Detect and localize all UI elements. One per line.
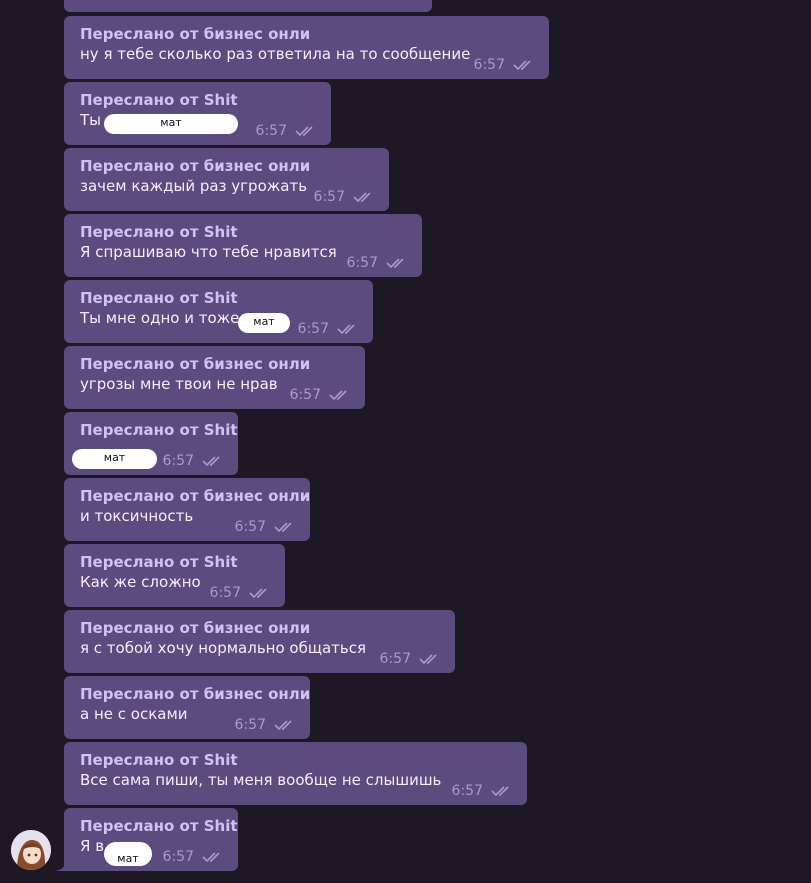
message-bubble[interactable]: Переслано от бизнес онли угрозы мне твои…	[64, 346, 365, 409]
message-time: 6:57	[297, 321, 329, 337]
message-time: 6:57	[473, 57, 505, 73]
message-bubble[interactable]: Переслано от бизнес онли а не с осками 6…	[64, 676, 310, 739]
message-meta: 6:57	[380, 651, 441, 667]
forwarded-from-label[interactable]: Переслано от Shit	[80, 816, 238, 836]
message-meta: 6:57	[256, 123, 317, 139]
message-meta: 6:57	[290, 387, 351, 403]
forwarded-from-label[interactable]: Переслано от бизнес онли	[80, 618, 439, 638]
message-meta: 6:57	[163, 849, 224, 865]
message-text: Как же сложно	[80, 573, 201, 591]
message-bubble[interactable]: Переслано от Shit мат 6:57	[64, 412, 238, 475]
double-check-icon	[274, 720, 292, 731]
double-check-icon	[513, 60, 531, 71]
message-bubble[interactable]: Переслано от Shit Я спрашиваю что тебе н…	[64, 214, 422, 277]
message-time: 6:57	[379, 651, 411, 667]
forwarded-from-label[interactable]: Переслано от бизнес онли	[80, 24, 533, 44]
message-time: 6:57	[162, 849, 194, 865]
message-bubble[interactable]: Переслано от Shit Как же сложно 6:57	[64, 544, 285, 607]
double-check-icon	[419, 654, 437, 665]
message-meta: 6:57	[298, 321, 359, 337]
double-check-icon	[295, 126, 313, 137]
forwarded-from-label[interactable]: Переслано от бизнес онли	[80, 354, 349, 374]
message-text: Ты мне одно и тоже	[80, 309, 240, 327]
forwarded-from-label[interactable]: Переслано от Shit	[80, 222, 406, 242]
message-text: зачем каждый раз угрожать	[80, 177, 308, 195]
message-bubble[interactable]: Переслано от Shit Все сама пиши, ты меня…	[64, 742, 527, 805]
message-time: 6:57	[255, 123, 287, 139]
message-bubble[interactable]: Переслано от бизнес онли ну я тебе сколь…	[64, 16, 549, 79]
double-check-icon	[202, 456, 220, 467]
message-text: а не с осками	[80, 705, 188, 723]
avatar-image	[11, 830, 51, 870]
message-meta: 6:57	[235, 717, 296, 733]
message-text: ну я тебе сколько раз ответила на то соо…	[80, 45, 471, 63]
redaction-mark: мат	[238, 313, 290, 333]
forwarded-from-label[interactable]: Переслано от Shit	[80, 420, 238, 440]
forwarded-from-label[interactable]: Переслано от Shit	[80, 288, 357, 308]
double-check-icon	[274, 522, 292, 533]
message-meta: 6:57	[235, 519, 296, 535]
message-bubble[interactable]: Переслано от бизнес онли зачем каждый ра…	[64, 148, 389, 211]
double-check-icon	[329, 390, 347, 401]
message-time: 6:57	[289, 387, 321, 403]
message-text: Я спрашиваю что тебе нравится	[80, 243, 337, 261]
forwarded-from-label[interactable]: Переслано от бизнес онли	[80, 486, 310, 506]
message-time: 6:57	[209, 585, 241, 601]
message-meta: 6:57	[314, 189, 375, 205]
redaction-mark: мат	[72, 449, 157, 469]
bubble-tail	[56, 861, 66, 871]
forwarded-from-label[interactable]: Переслано от бизнес онли	[80, 156, 373, 176]
message-bubble[interactable]: Переслано от бизнес онли и токсичность 6…	[64, 478, 310, 541]
message-time: 6:57	[234, 717, 266, 733]
redaction-mark: мат	[104, 114, 238, 134]
message-bubble[interactable]: Переслано от Shit Я в мат 6:57	[56, 808, 238, 871]
message-text: и токсичность	[80, 507, 194, 525]
message-time: 6:57	[451, 783, 483, 799]
double-check-icon	[202, 852, 220, 863]
message-text: Ты	[80, 111, 102, 129]
message-text: Я в	[80, 837, 105, 855]
double-check-icon	[249, 588, 267, 599]
message-text: я с тобой хочу нормально общаться	[80, 639, 367, 657]
chat-history[interactable]: Переслано от бизнес онли ну я тебе сколь…	[0, 0, 811, 883]
message-text: угрозы мне твои не нрав	[80, 375, 278, 393]
message-bubble[interactable]: Переслано от Shit Ты мат ? 6:57	[64, 82, 331, 145]
message-bubble[interactable]: Переслано от Shit Ты мне одно и тоже мат…	[64, 280, 373, 343]
message-meta: 6:57	[347, 255, 408, 271]
message-text: Все сама пиши, ты меня вообще не слышишь	[80, 771, 442, 789]
message-meta: 6:57	[210, 585, 271, 601]
redaction-mark: мат	[104, 842, 152, 866]
message-meta: 6:57	[452, 783, 513, 799]
message-meta: 6:57	[163, 453, 224, 469]
message-time: 6:57	[313, 189, 345, 205]
user-avatar[interactable]	[11, 830, 51, 870]
message-bubble[interactable]: Переслано от бизнес онли я с тобой хочу …	[64, 610, 455, 673]
previous-message-bubble-edge	[64, 0, 432, 12]
forwarded-from-label[interactable]: Переслано от бизнес онли	[80, 684, 310, 704]
double-check-icon	[337, 324, 355, 335]
double-check-icon	[386, 258, 404, 269]
forwarded-from-label[interactable]: Переслано от Shit	[80, 552, 269, 572]
message-meta: 6:57	[474, 57, 535, 73]
message-time: 6:57	[346, 255, 378, 271]
forwarded-from-label[interactable]: Переслано от Shit	[80, 750, 511, 770]
double-check-icon	[491, 786, 509, 797]
message-time: 6:57	[162, 453, 194, 469]
message-time: 6:57	[234, 519, 266, 535]
forwarded-from-label[interactable]: Переслано от Shit	[80, 90, 315, 110]
message-text-trailing: ?	[230, 115, 238, 133]
double-check-icon	[353, 192, 371, 203]
